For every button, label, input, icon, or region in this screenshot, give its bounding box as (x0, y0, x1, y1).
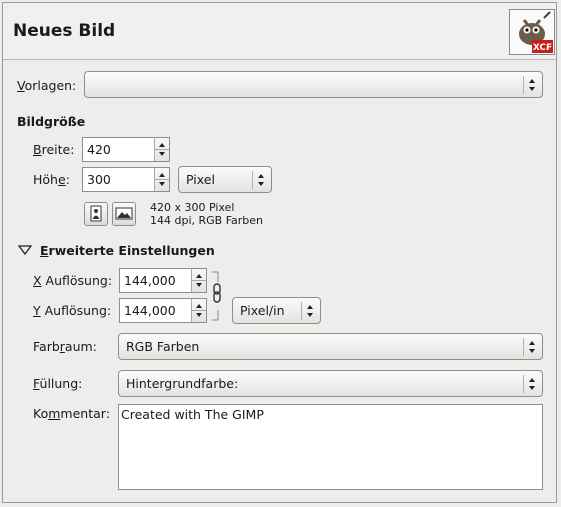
updown-arrows-icon (252, 171, 269, 189)
image-resolution-text: 144 dpi, RGB Farben (150, 214, 264, 227)
updown-arrows-icon (523, 375, 540, 393)
comment-label: Kommentar: (33, 406, 110, 421)
x-resolution-label: X Auflösung: (33, 273, 113, 288)
height-spin-arrows[interactable] (154, 168, 169, 191)
fill-label: Füllung: (33, 376, 83, 391)
height-value: 300 (87, 172, 111, 187)
width-value: 420 (87, 142, 111, 157)
x-resolution-spin-arrows[interactable] (191, 269, 206, 292)
y-resolution-spinbutton[interactable]: 144,000 (119, 298, 207, 323)
fill-combo[interactable]: Hintergrundfarbe: (118, 370, 543, 397)
expander-triangle-icon (17, 245, 33, 256)
portrait-icon (90, 205, 102, 222)
landscape-icon (115, 207, 133, 220)
x-resolution-spinbutton[interactable]: 144,000 (119, 268, 207, 293)
template-label: Vorlagen: (17, 78, 77, 93)
size-unit-combo[interactable]: Pixel (178, 166, 272, 193)
y-resolution-spin-arrows[interactable] (191, 299, 206, 322)
resolution-unit-value: Pixel/in (240, 303, 285, 318)
width-spin-arrows[interactable] (154, 138, 169, 161)
comment-textarea[interactable]: Created with The GIMP (118, 404, 543, 490)
colorspace-combo[interactable]: RGB Farben (118, 333, 543, 360)
colorspace-label: Farbraum: (33, 339, 97, 354)
template-combo[interactable] (84, 71, 543, 98)
size-unit-value: Pixel (186, 172, 215, 187)
colorspace-value: RGB Farben (126, 339, 200, 354)
chain-link-button[interactable] (210, 270, 222, 322)
width-label: Breite: (33, 142, 75, 157)
y-resolution-label: Y Auflösung: (33, 303, 112, 318)
image-info: 420 x 300 Pixel 144 dpi, RGB Farben (150, 201, 263, 227)
xcf-badge: XCF (533, 43, 552, 53)
gimp-xcf-icon: XCF (509, 9, 555, 55)
image-dimensions-text: 420 x 300 Pixel (150, 201, 235, 214)
dialog-header: Neues Bild XCF (3, 3, 556, 60)
y-resolution-value: 144,000 (124, 303, 176, 318)
width-spinbutton[interactable]: 420 (82, 137, 170, 162)
advanced-options-expander[interactable]: Erweiterte Einstellungen (17, 243, 215, 258)
dialog-title: Neues Bild (13, 21, 116, 41)
height-spinbutton[interactable]: 300 (82, 167, 170, 192)
comment-text: Created with The GIMP (121, 407, 264, 422)
chain-link-icon (212, 271, 221, 321)
updown-arrows-icon (523, 76, 540, 94)
fill-value: Hintergrundfarbe: (126, 376, 239, 391)
landscape-button[interactable] (112, 202, 136, 226)
updown-arrows-icon (301, 302, 318, 320)
updown-arrows-icon (523, 338, 540, 356)
x-resolution-value: 144,000 (124, 273, 176, 288)
height-label: Höhe: (33, 172, 70, 187)
resolution-unit-combo[interactable]: Pixel/in (232, 297, 321, 324)
portrait-button[interactable] (84, 202, 108, 226)
image-size-heading: Bildgröße (17, 114, 86, 129)
